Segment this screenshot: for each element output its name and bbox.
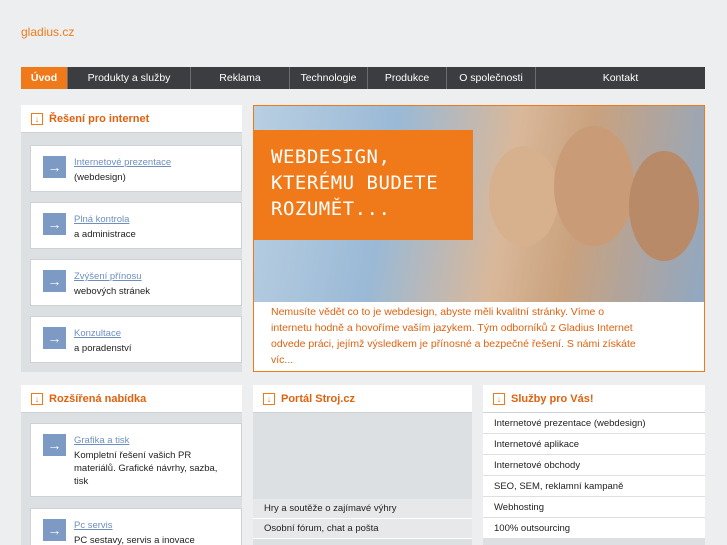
item-desc: webových stránek [74, 286, 151, 297]
hero-headline-box: WEBDESIGN, KTERÉMU BUDETE ROZUMĚT... [254, 130, 473, 240]
main-nav: Úvod Produkty a služby Reklama Technolog… [21, 67, 705, 89]
hero-banner[interactable]: WEBDESIGN, KTERÉMU BUDETE ROZUMĚT... Nem… [253, 105, 705, 372]
face-shape [554, 126, 634, 246]
panel-header: ↓ Služby pro Vás! [483, 385, 705, 413]
nav-item-produkty[interactable]: Produkty a služby [68, 67, 191, 89]
item-desc: Kompletní řešení vašich PR materiálů. Gr… [74, 450, 218, 487]
services-panel: ↓ Služby pro Vás! Internetové prezentace… [483, 385, 705, 545]
item-link[interactable]: Zvýšení přínosu [74, 271, 150, 282]
panel-header: ↓ Portál Stroj.cz [253, 385, 472, 413]
panel-header: ↓ Řešení pro internet [21, 105, 242, 133]
item-link[interactable]: Konzultace [74, 328, 132, 339]
list-item[interactable]: Internetové obchody [483, 455, 705, 476]
portal-list: Hry a soutěže o zajímavé výhry Osobní fó… [253, 499, 472, 539]
item-desc: (webdesign) [74, 172, 126, 183]
down-arrow-icon: ↓ [31, 392, 43, 405]
item-desc: a administrace [74, 229, 136, 240]
item-link[interactable]: Grafika a tisk [74, 435, 224, 446]
list-item[interactable]: Internetové prezentace (webdesign) [483, 413, 705, 434]
hero-headline-line: ROZUMĚT... [271, 198, 391, 220]
list-item[interactable]: Hry a soutěže o zajímavé výhry [253, 499, 472, 519]
item-link[interactable]: Internetové prezentace [74, 157, 171, 168]
down-arrow-icon: ↓ [263, 392, 275, 405]
panel-title: Řešení pro internet [49, 112, 150, 125]
item-desc: a poradenství [74, 343, 132, 354]
nav-item-technologie[interactable]: Technologie [290, 67, 368, 89]
list-item[interactable]: → Plná kontrola a administrace [30, 202, 242, 249]
list-item[interactable]: Internetové aplikace [483, 434, 705, 455]
list-item[interactable]: 100% outsourcing [483, 518, 705, 539]
arrow-right-icon[interactable]: → [43, 270, 66, 292]
item-desc: PC sestavy, servis a inovace [74, 535, 195, 545]
list-item[interactable]: SEO, SEM, reklamní kampaně [483, 476, 705, 497]
nav-item-o-spolecnosti[interactable]: O společnosti [447, 67, 536, 89]
down-arrow-icon: ↓ [31, 112, 43, 125]
face-shape [489, 146, 559, 246]
face-shape [629, 151, 699, 261]
site-logo[interactable]: gladius.cz [21, 25, 74, 39]
list-item[interactable]: → Grafika a tisk Kompletní řešení vašich … [30, 423, 242, 497]
list-item[interactable]: → Zvýšení přínosu webových stránek [30, 259, 242, 306]
arrow-right-icon[interactable]: → [43, 434, 66, 456]
portal-panel: ↓ Portál Stroj.cz Hry a soutěže o zajíma… [253, 385, 472, 545]
down-arrow-icon: ↓ [493, 392, 505, 405]
nav-item-uvod[interactable]: Úvod [21, 67, 68, 89]
internet-solutions-panel: ↓ Řešení pro internet → Internetové prez… [21, 105, 242, 372]
nav-item-produkce[interactable]: Produkce [368, 67, 447, 89]
panel-header: ↓ Rozšířená nabídka [21, 385, 242, 413]
arrow-right-icon[interactable]: → [43, 327, 66, 349]
list-item[interactable]: Osobní fórum, chat a pošta [253, 519, 472, 539]
panel-title: Portál Stroj.cz [281, 392, 355, 405]
hero-headline-line: WEBDESIGN, [271, 146, 391, 168]
panel-title: Rozšířená nabídka [49, 392, 147, 405]
hero-text: Nemusíte vědět co to je webdesign, abyst… [271, 306, 636, 366]
arrow-right-icon[interactable]: → [43, 213, 66, 235]
arrow-right-icon[interactable]: → [43, 156, 66, 178]
list-item[interactable]: → Pc servis PC sestavy, servis a inovace [30, 508, 242, 545]
list-item[interactable]: Webhosting [483, 497, 705, 518]
nav-item-kontakt[interactable]: Kontakt [536, 67, 705, 89]
panel-title: Služby pro Vás! [511, 392, 594, 405]
item-link[interactable]: Plná kontrola [74, 214, 136, 225]
services-list: Internetové prezentace (webdesign) Inter… [483, 413, 705, 539]
hero-headline-line: KTERÉMU BUDETE [271, 172, 439, 194]
extended-offer-panel: ↓ Rozšířená nabídka → Grafika a tisk Komp… [21, 385, 242, 545]
arrow-right-icon[interactable]: → [43, 519, 66, 541]
nav-item-reklama[interactable]: Reklama [191, 67, 290, 89]
list-item[interactable]: → Internetové prezentace (webdesign) [30, 145, 242, 192]
item-link[interactable]: Pc servis [74, 520, 224, 531]
list-item[interactable]: → Konzultace a poradenství [30, 316, 242, 363]
